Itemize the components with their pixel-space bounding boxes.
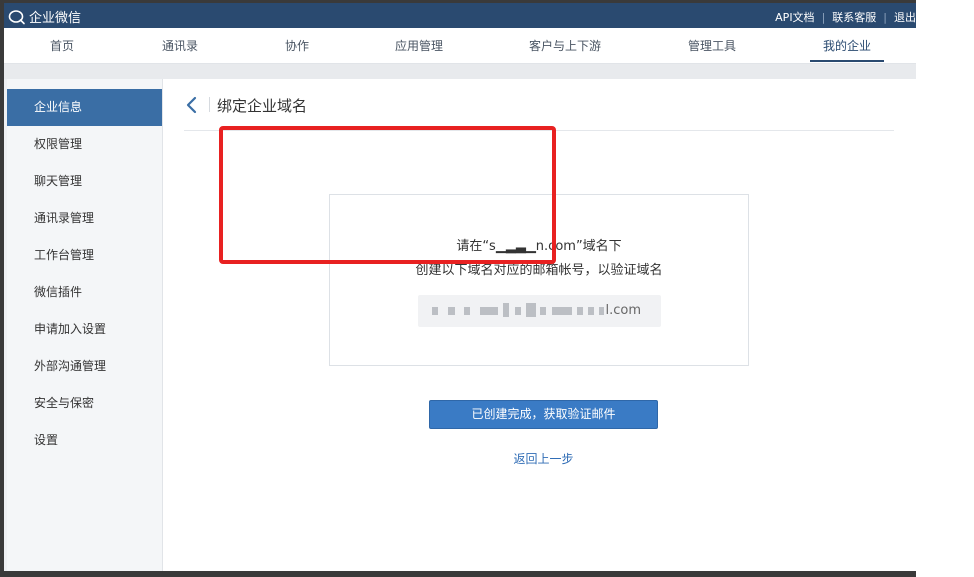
redacted-mosaic bbox=[515, 307, 521, 315]
redacted-mosaic bbox=[503, 303, 509, 317]
redacted-mosaic bbox=[448, 307, 455, 315]
redacted-mosaic bbox=[599, 307, 604, 315]
nav-management-tools[interactable]: 管理工具 bbox=[684, 28, 740, 64]
redacted-mosaic bbox=[480, 307, 498, 315]
sidebar-item-wechat-plugin[interactable]: 微信插件 bbox=[7, 274, 162, 311]
sidebar-item-enterprise-info[interactable]: 企业信息 bbox=[7, 89, 162, 126]
top-links: API文档 | 联系客服 | 退出 bbox=[775, 9, 916, 25]
logout-link[interactable]: 退出 bbox=[894, 9, 916, 25]
sidebar-item-join-settings[interactable]: 申请加入设置 bbox=[7, 311, 162, 348]
instruction-domain-text: 请在“s▁▂▃▁n.com”域名下 bbox=[456, 239, 622, 254]
back-step-link[interactable]: 返回上一步 bbox=[429, 450, 658, 467]
redacted-mosaic bbox=[552, 307, 572, 315]
page-header: 绑定企业域名 bbox=[184, 89, 894, 131]
app-window: 企业微信 API文档 | 联系客服 | 退出 首页 通讯录 协作 应用管理 客户… bbox=[4, 3, 916, 571]
app-name: 企业微信 bbox=[29, 11, 82, 26]
nav-my-enterprise[interactable]: 我的企业 bbox=[810, 28, 884, 64]
email-domain-suffix: l.com bbox=[605, 303, 641, 318]
top-link-separator: | bbox=[883, 10, 887, 24]
domain-verification-card: 请在“s▁▂▃▁n.com”域名下 创建以下域名对应的邮箱帐号，以验证域名 l.… bbox=[329, 194, 749, 366]
nav-customers-partners[interactable]: 客户与上下游 bbox=[525, 28, 605, 64]
nav-app-management[interactable]: 应用管理 bbox=[391, 28, 447, 64]
header-divider bbox=[209, 97, 210, 112]
sidebar-item-settings[interactable]: 设置 bbox=[7, 422, 162, 459]
verification-email-box: l.com bbox=[418, 295, 661, 327]
sidebar-item-permissions[interactable]: 权限管理 bbox=[7, 126, 162, 163]
redacted-mosaic bbox=[577, 307, 583, 315]
main-nav: 首页 通讯录 协作 应用管理 客户与上下游 管理工具 我的企业 bbox=[4, 28, 916, 64]
redacted-mosaic bbox=[526, 303, 536, 317]
logo[interactable]: 企业微信 bbox=[8, 7, 81, 26]
outer-background bbox=[916, 0, 974, 577]
redacted-mosaic bbox=[540, 307, 546, 315]
redacted-mosaic bbox=[464, 307, 470, 315]
page-title: 绑定企业域名 bbox=[217, 97, 308, 115]
api-docs-link[interactable]: API文档 bbox=[775, 9, 814, 25]
nav-collaboration[interactable]: 协作 bbox=[280, 28, 314, 64]
top-link-separator: | bbox=[821, 10, 826, 24]
sidebar-item-external-communication[interactable]: 外部沟通管理 bbox=[7, 348, 162, 385]
sidebar-item-contacts-management[interactable]: 通讯录管理 bbox=[7, 200, 162, 237]
sidebar-item-security[interactable]: 安全与保密 bbox=[7, 385, 162, 422]
contact-support-link[interactable]: 联系客服 bbox=[832, 9, 876, 25]
sidebar: 企业信息 权限管理 聊天管理 通讯录管理 工作台管理 微信插件 申请加入设置 外… bbox=[7, 79, 163, 571]
header-spacer bbox=[4, 64, 916, 79]
sidebar-item-workbench-management[interactable]: 工作台管理 bbox=[7, 237, 162, 274]
top-bar: 企业微信 API文档 | 联系客服 | 退出 bbox=[4, 3, 916, 28]
main-content: 绑定企业域名 请在“s▁▂▃▁n.com”域名下 创建以下域名对应的邮箱帐号，以… bbox=[163, 79, 916, 571]
wecom-logo-icon bbox=[8, 9, 26, 25]
redacted-mosaic bbox=[588, 307, 594, 315]
instruction-text: 创建以下域名对应的邮箱帐号，以验证域名 bbox=[415, 263, 663, 278]
nav-home[interactable]: 首页 bbox=[42, 28, 82, 64]
nav-contacts[interactable]: 通讯录 bbox=[158, 28, 202, 64]
back-arrow-icon[interactable] bbox=[184, 95, 200, 115]
confirm-created-button[interactable]: 已创建完成，获取验证邮件 bbox=[429, 400, 658, 429]
sidebar-item-chat-management[interactable]: 聊天管理 bbox=[7, 163, 162, 200]
redacted-mosaic bbox=[432, 307, 438, 315]
